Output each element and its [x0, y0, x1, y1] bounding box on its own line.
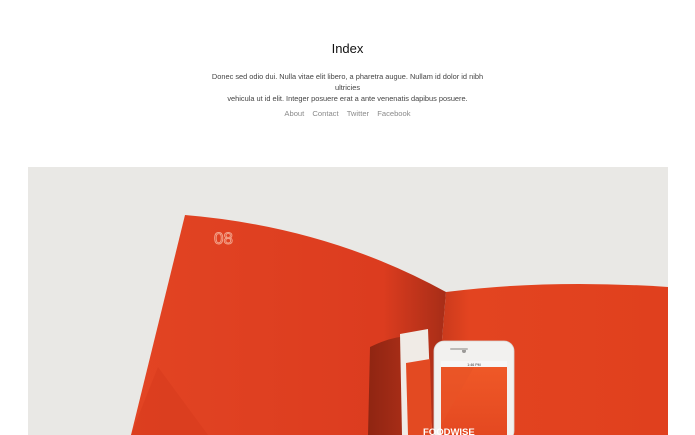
hero-image[interactable]: 08 1:46 PM FOODWISE — [28, 167, 668, 435]
site-description: Donec sed odio dui. Nulla vitae elit lib… — [200, 71, 495, 105]
nav-link-contact[interactable]: Contact — [312, 109, 338, 118]
description-line-1: Donec sed odio dui. Nulla vitae elit lib… — [211, 72, 484, 93]
nav-link-about[interactable]: About — [284, 109, 304, 118]
description-line-2: vehicula ut id elit. Integer posuere era… — [227, 94, 468, 104]
phone-brand-text: FOODWISE — [423, 427, 475, 435]
main-nav: About Contact Twitter Facebook — [0, 109, 695, 118]
page-title: Index — [331, 41, 364, 56]
phone: 1:46 PM — [433, 340, 515, 435]
nav-link-twitter[interactable]: Twitter — [347, 109, 369, 118]
hero-photo: 08 1:46 PM FOODWISE — [28, 167, 668, 435]
phone-status-time: 1:46 PM — [467, 363, 480, 367]
page: Index Donec sed odio dui. Nulla vitae el… — [0, 0, 695, 435]
magazine-page-number: 08 — [214, 229, 233, 248]
nav-link-facebook[interactable]: Facebook — [377, 109, 410, 118]
